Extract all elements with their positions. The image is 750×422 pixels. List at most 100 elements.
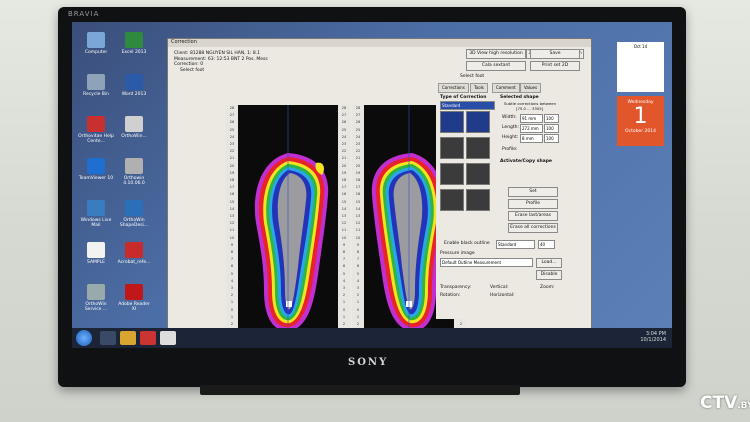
desktop-icon[interactable]: SAMPLE: [78, 242, 114, 265]
range-label: [75.0 ... 3305]: [516, 106, 544, 111]
shape-thumbnail[interactable]: [466, 111, 490, 133]
ruler-tick-label: 25: [355, 127, 361, 132]
shape-thumbnail[interactable]: [440, 189, 464, 211]
shape-thumbnail[interactable]: [440, 111, 464, 133]
ruler-tick-label: 27: [229, 113, 235, 118]
width-field[interactable]: 91 mm: [520, 114, 543, 123]
profile-button[interactable]: Profile: [508, 199, 558, 209]
print-button[interactable]: Print set 2D: [530, 61, 580, 71]
ruler-right-outer: 28 27 26 25 24 23 22 21 20 19 18 17 16 15 14 13 12 11 10 9 8…: [352, 105, 364, 337]
shape-thumbnail[interactable]: [466, 137, 490, 159]
orthowin-taskbar-icon[interactable]: [160, 331, 176, 345]
desktop-icon-label: Word 2013: [121, 92, 147, 97]
ruler-tick-label: 9: [342, 242, 346, 247]
erase-last-button[interactable]: Erase last/areas: [508, 211, 558, 221]
ruler-tick-label: 23: [229, 142, 235, 147]
ruler-tick-label: 11: [355, 228, 361, 233]
ctv-watermark: CTV.BY: [700, 393, 750, 413]
load-button[interactable]: Load...: [536, 258, 562, 268]
desktop-icon[interactable]: Excel 2013: [116, 32, 152, 55]
desktop-icon[interactable]: TeamViewer 10: [78, 158, 114, 181]
activate-copy-label: Activate/Copy shape: [500, 159, 552, 164]
explorer-taskbar-icon[interactable]: [120, 331, 136, 345]
tv-screen: Computer Excel 2013 Recycle Bin Word 2013 Or…: [72, 22, 672, 348]
ruler-tick-label: 1: [356, 300, 360, 305]
ruler-tick-label: 7: [356, 257, 360, 262]
ruler-tick-label: 19: [229, 170, 235, 175]
tab-comment[interactable]: Comment: [492, 83, 520, 93]
ruler-tick-label: 15: [341, 199, 347, 204]
pressure-image-label: Pressure image: [440, 251, 475, 256]
outline-select[interactable]: Standard: [496, 240, 535, 249]
desktop-icon[interactable]: Adobe Reader XI: [116, 284, 152, 312]
window-title: Correction: [171, 39, 197, 45]
desktop-icon[interactable]: Acrobat_refe...: [116, 242, 152, 265]
3d-view-button[interactable]: 3D View high resolution: [466, 49, 526, 59]
ie-taskbar-icon[interactable]: [100, 331, 116, 345]
select-foot-left[interactable]: Select foot: [174, 68, 268, 74]
ruler-tick-label: 1: [342, 300, 346, 305]
ruler-tick-label: 24: [341, 134, 347, 139]
shape-thumbnail[interactable]: [440, 137, 464, 159]
calendar-gadget: Oct 14: [617, 42, 664, 92]
ruler-tick-label: 4: [342, 278, 346, 283]
shape-thumbnail[interactable]: [466, 189, 490, 211]
zoom-label: Zoom:: [540, 285, 555, 290]
desktop-icon[interactable]: Windows Live Mail: [78, 200, 114, 228]
type-of-correction-label: Type of Correction: [440, 95, 487, 100]
calendar-month: Oct 14: [633, 44, 648, 49]
shape-thumbnail[interactable]: [440, 163, 464, 185]
select-foot-right[interactable]: Select foot: [460, 74, 484, 79]
shape-thumbnail[interactable]: [466, 163, 490, 185]
length-pct-field[interactable]: 100: [544, 124, 559, 133]
ruler-tick-label: 25: [229, 127, 235, 132]
media-taskbar-icon[interactable]: [140, 331, 156, 345]
tab-values[interactable]: Values: [520, 83, 542, 93]
left-foot-pressure-map: [254, 105, 329, 337]
start-button[interactable]: [76, 330, 92, 346]
desktop-icon[interactable]: Computer: [78, 32, 114, 55]
date-card: Wednesday 1 October 2014: [617, 96, 664, 146]
taskbar-clock[interactable]: 3:04 PM 10/1/2014: [640, 331, 666, 343]
app-icon: [125, 284, 143, 300]
ruler-tick-label: 2: [230, 293, 234, 298]
width-pct-field[interactable]: 100: [544, 114, 559, 123]
desktop-icon[interactable]: OrthoWin Service ...: [78, 284, 114, 312]
type-select[interactable]: Standard: [440, 101, 495, 110]
ruler-tick-label: 13: [229, 214, 235, 219]
desktop-icon[interactable]: OrthoWin ShapeDesi...: [116, 200, 152, 228]
ruler-tick-label: 9: [230, 242, 234, 247]
vertical-label: Vertical:: [490, 285, 509, 290]
ruler-tick-label: 4: [230, 278, 234, 283]
tab-corrections[interactable]: Corrections: [438, 83, 469, 93]
height-field[interactable]: 8 mm: [520, 134, 543, 143]
cala-sextant-button[interactable]: Cala sextant: [466, 61, 526, 71]
tab-tools[interactable]: Tools: [470, 83, 488, 93]
ruler-tick-label: 20: [341, 163, 347, 168]
pressure-select[interactable]: Default Outline Measurement: [440, 258, 533, 267]
ruler-tick-label: 3: [230, 286, 234, 291]
desktop-icon[interactable]: Word 2013: [116, 74, 152, 97]
disable-button[interactable]: Disable: [536, 270, 562, 280]
app-icon: [87, 116, 105, 132]
ruler-tick-label: 15: [355, 199, 361, 204]
desktop-icon[interactable]: Orthovitae Help Cente...: [78, 116, 114, 144]
desktop-icon-label: OrthoWin Service ...: [84, 302, 108, 312]
desktop-icon[interactable]: Recycle Bin: [78, 74, 114, 97]
desktop-icon[interactable]: Orthowin 4.10.06.0: [116, 158, 152, 186]
length-field[interactable]: 272 mm: [520, 124, 543, 133]
enable-outline-label[interactable]: Enable black outline: [444, 241, 490, 246]
app-icon: [125, 200, 143, 216]
desktop-icon[interactable]: OrthoWin...: [116, 116, 152, 139]
profile-label: Profile:: [502, 147, 518, 152]
ruler-tick-label: 21: [355, 156, 361, 161]
height-pct-field[interactable]: 100: [544, 134, 559, 143]
app-icon: [87, 32, 105, 48]
set-button[interactable]: Set: [508, 187, 558, 197]
ruler-tick-label: 22: [229, 149, 235, 154]
save-button[interactable]: Save: [530, 49, 580, 59]
ruler-tick-label: 12: [341, 221, 347, 226]
erase-all-button[interactable]: Erase all corrections: [508, 223, 558, 233]
desktop-icon-label: Excel 2013: [121, 50, 147, 55]
outline-number[interactable]: 40: [538, 240, 555, 249]
